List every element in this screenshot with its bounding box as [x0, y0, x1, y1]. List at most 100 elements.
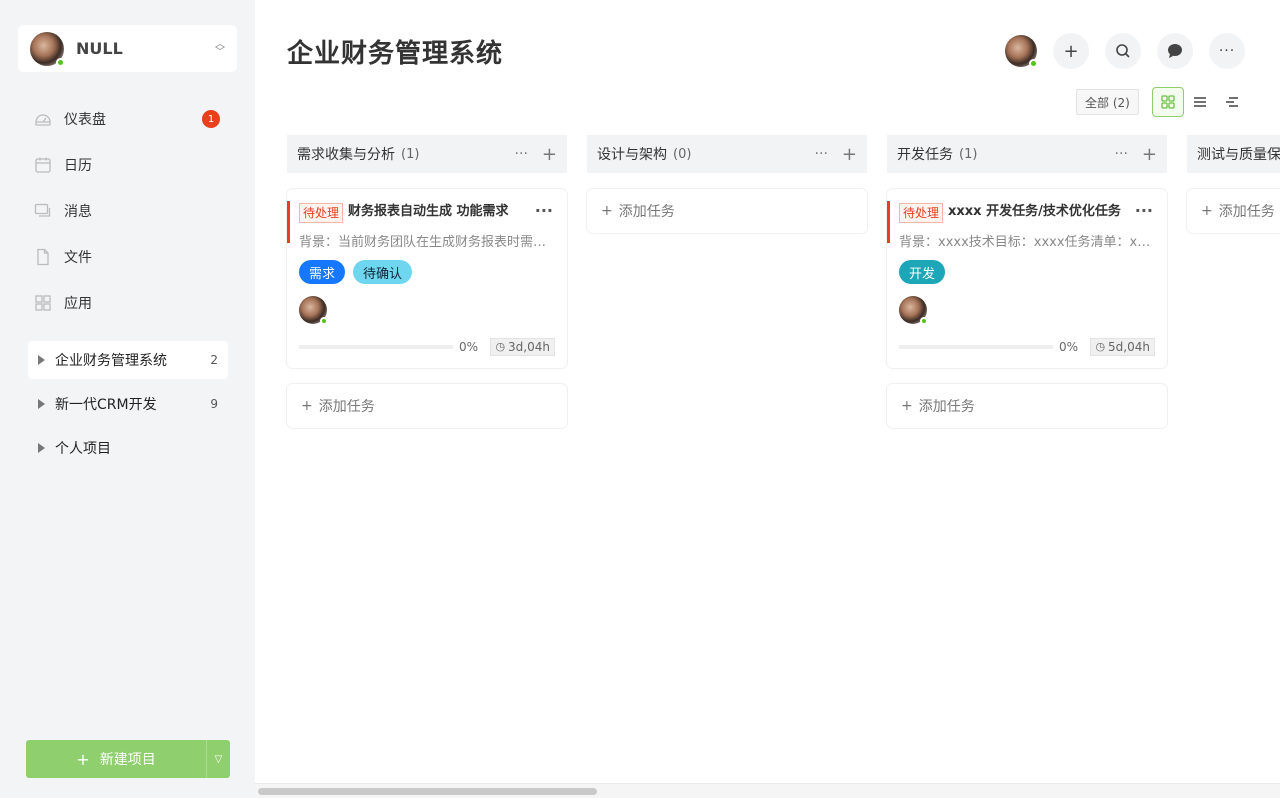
expand-triangle-icon[interactable]	[38, 355, 45, 365]
user-switcher[interactable]: NULL ︿ ﹀	[18, 25, 237, 72]
nav-label: 仪表盘	[64, 112, 106, 128]
assignee-avatar[interactable]	[299, 296, 328, 325]
column-add-icon[interactable]: +	[842, 144, 857, 165]
add-task-button[interactable]: + 添加任务	[587, 189, 867, 233]
plus-icon: +	[901, 398, 913, 414]
progress-row: 0% ◷ 5d,04h	[899, 338, 1155, 356]
main-nav: 仪表盘 1 日历 消息 文件 应用	[28, 96, 228, 326]
board-view-button[interactable]	[1152, 87, 1184, 117]
add-task-label: 添加任务	[918, 399, 975, 415]
task-description: 背景：当前财务团队在生成财务报表时需要手动整理数据	[299, 235, 555, 250]
apps-icon	[34, 294, 52, 312]
scrollbar-thumb[interactable]	[258, 788, 597, 795]
search-button[interactable]	[1105, 33, 1141, 69]
add-task-button[interactable]: + 添加任务	[887, 384, 1167, 428]
task-card[interactable]: 待处理 财务报表自动生成 功能需求 ··· 背景：当前财务团队在生成财务报表时需…	[287, 189, 567, 368]
nav-item-messages[interactable]: 消息	[28, 188, 228, 234]
time-value: 3d,04h	[508, 340, 550, 354]
calendar-icon	[34, 156, 52, 174]
nav-item-apps[interactable]: 应用	[28, 280, 228, 326]
task-title: xxxx 开发任务/技术优化任务	[948, 204, 1121, 219]
task-tags: 开发	[899, 260, 1155, 284]
task-title-row: 待处理 财务报表自动生成 功能需求	[299, 201, 555, 223]
column-count: (1)	[401, 146, 420, 162]
project-item-personal[interactable]: 个人项目	[28, 429, 228, 467]
task-more-icon[interactable]: ···	[1135, 201, 1153, 220]
add-task-button[interactable]: + 添加任务	[287, 384, 567, 428]
project-item-finance[interactable]: 企业财务管理系统 2	[28, 341, 228, 379]
time-value: 5d,04h	[1108, 340, 1150, 354]
plus-icon: +	[601, 203, 613, 219]
filter-dropdown[interactable]: 全部 (2)	[1076, 89, 1139, 115]
plus-icon: +	[301, 398, 313, 414]
gantt-view-button[interactable]	[1216, 87, 1248, 117]
more-horizontal-icon: ···	[1218, 43, 1236, 59]
progress-bar	[899, 345, 1053, 349]
nav-label: 应用	[64, 296, 92, 312]
assignee	[899, 296, 1155, 325]
column-title: 设计与架构	[597, 147, 667, 163]
file-icon	[34, 248, 52, 266]
more-button[interactable]: ···	[1209, 33, 1245, 69]
member-avatar[interactable]	[1005, 35, 1038, 68]
online-status-dot	[56, 57, 65, 67]
plus-icon: +	[1063, 40, 1079, 62]
column-more-icon[interactable]: ···	[1115, 146, 1128, 162]
column-add-icon[interactable]: +	[542, 144, 557, 165]
project-label: 个人项目	[55, 441, 111, 457]
expand-triangle-icon[interactable]	[38, 399, 45, 409]
nav-label: 日历	[64, 158, 92, 174]
column-count: (0)	[673, 146, 692, 162]
notification-badge: 1	[202, 110, 220, 128]
column-more-icon[interactable]: ···	[815, 146, 828, 162]
clock-icon: ◷	[495, 340, 506, 353]
column-count: (1)	[959, 146, 978, 162]
new-project-label: 新建项目	[99, 752, 156, 768]
project-item-crm[interactable]: 新一代CRM开发 9	[28, 385, 228, 423]
project-label: 新一代CRM开发	[55, 397, 157, 413]
column-add-icon[interactable]: +	[1142, 144, 1157, 165]
kanban-board: 需求收集与分析 (1) ··· + 待处理 财务报表自动生成 功能需求 ··· …	[287, 135, 1280, 428]
assignee-avatar[interactable]	[899, 296, 928, 325]
expand-triangle-icon[interactable]	[38, 443, 45, 453]
chevron-down-icon: ▽	[214, 753, 223, 765]
page-title: 企业财务管理系统	[287, 39, 504, 69]
add-task-label: 添加任务	[1218, 204, 1275, 220]
add-task-label: 添加任务	[618, 204, 675, 220]
add-task-button[interactable]: + 添加任务	[1187, 189, 1280, 233]
online-status-dot	[320, 317, 328, 325]
online-status-dot	[920, 317, 928, 325]
list-view-button[interactable]	[1184, 87, 1216, 117]
task-card[interactable]: 待处理 xxxx 开发任务/技术优化任务 ··· 背景：xxxx技术目标：xxx…	[887, 189, 1167, 368]
nav-item-files[interactable]: 文件	[28, 234, 228, 280]
project-label: 企业财务管理系统	[55, 353, 167, 369]
board-column: 设计与架构 (0) ··· + + 添加任务	[587, 135, 867, 428]
progress-row: 0% ◷ 3d,04h	[299, 338, 555, 356]
add-button[interactable]: +	[1053, 33, 1089, 69]
nav-item-calendar[interactable]: 日历	[28, 142, 228, 188]
assignee	[299, 296, 555, 325]
sidebar: NULL ︿ ﹀ 仪表盘 1 日历 消息 文件 应用 企业财务管理系统 2 新一…	[0, 0, 255, 798]
tag: 待确认	[353, 260, 413, 284]
column-title: 开发任务	[897, 147, 953, 163]
clock-icon: ◷	[1095, 340, 1106, 353]
tag: 需求	[299, 260, 346, 284]
new-project-dropdown[interactable]: ▽	[206, 740, 230, 778]
task-more-icon[interactable]: ···	[535, 201, 553, 220]
task-tags: 需求 待确认	[299, 260, 555, 284]
column-more-icon[interactable]: ···	[515, 146, 528, 162]
column-title: 需求收集与分析	[297, 147, 395, 163]
column-header: 开发任务 (1) ··· +	[887, 135, 1167, 173]
view-switcher	[1152, 87, 1248, 117]
plus-icon: +	[76, 749, 90, 769]
header-actions: + ···	[1005, 33, 1245, 69]
chat-button[interactable]	[1157, 33, 1193, 69]
nav-item-dashboard[interactable]: 仪表盘 1	[28, 96, 228, 142]
board-column: 开发任务 (1) ··· + 待处理 xxxx 开发任务/技术优化任务 ··· …	[887, 135, 1167, 428]
column-title: 测试与质量保	[1197, 147, 1280, 163]
message-icon	[34, 202, 52, 220]
user-name: NULL	[76, 39, 123, 58]
horizontal-scrollbar[interactable]	[255, 783, 1280, 798]
chat-icon	[1168, 44, 1182, 58]
new-project-button[interactable]: + 新建项目	[26, 740, 206, 778]
